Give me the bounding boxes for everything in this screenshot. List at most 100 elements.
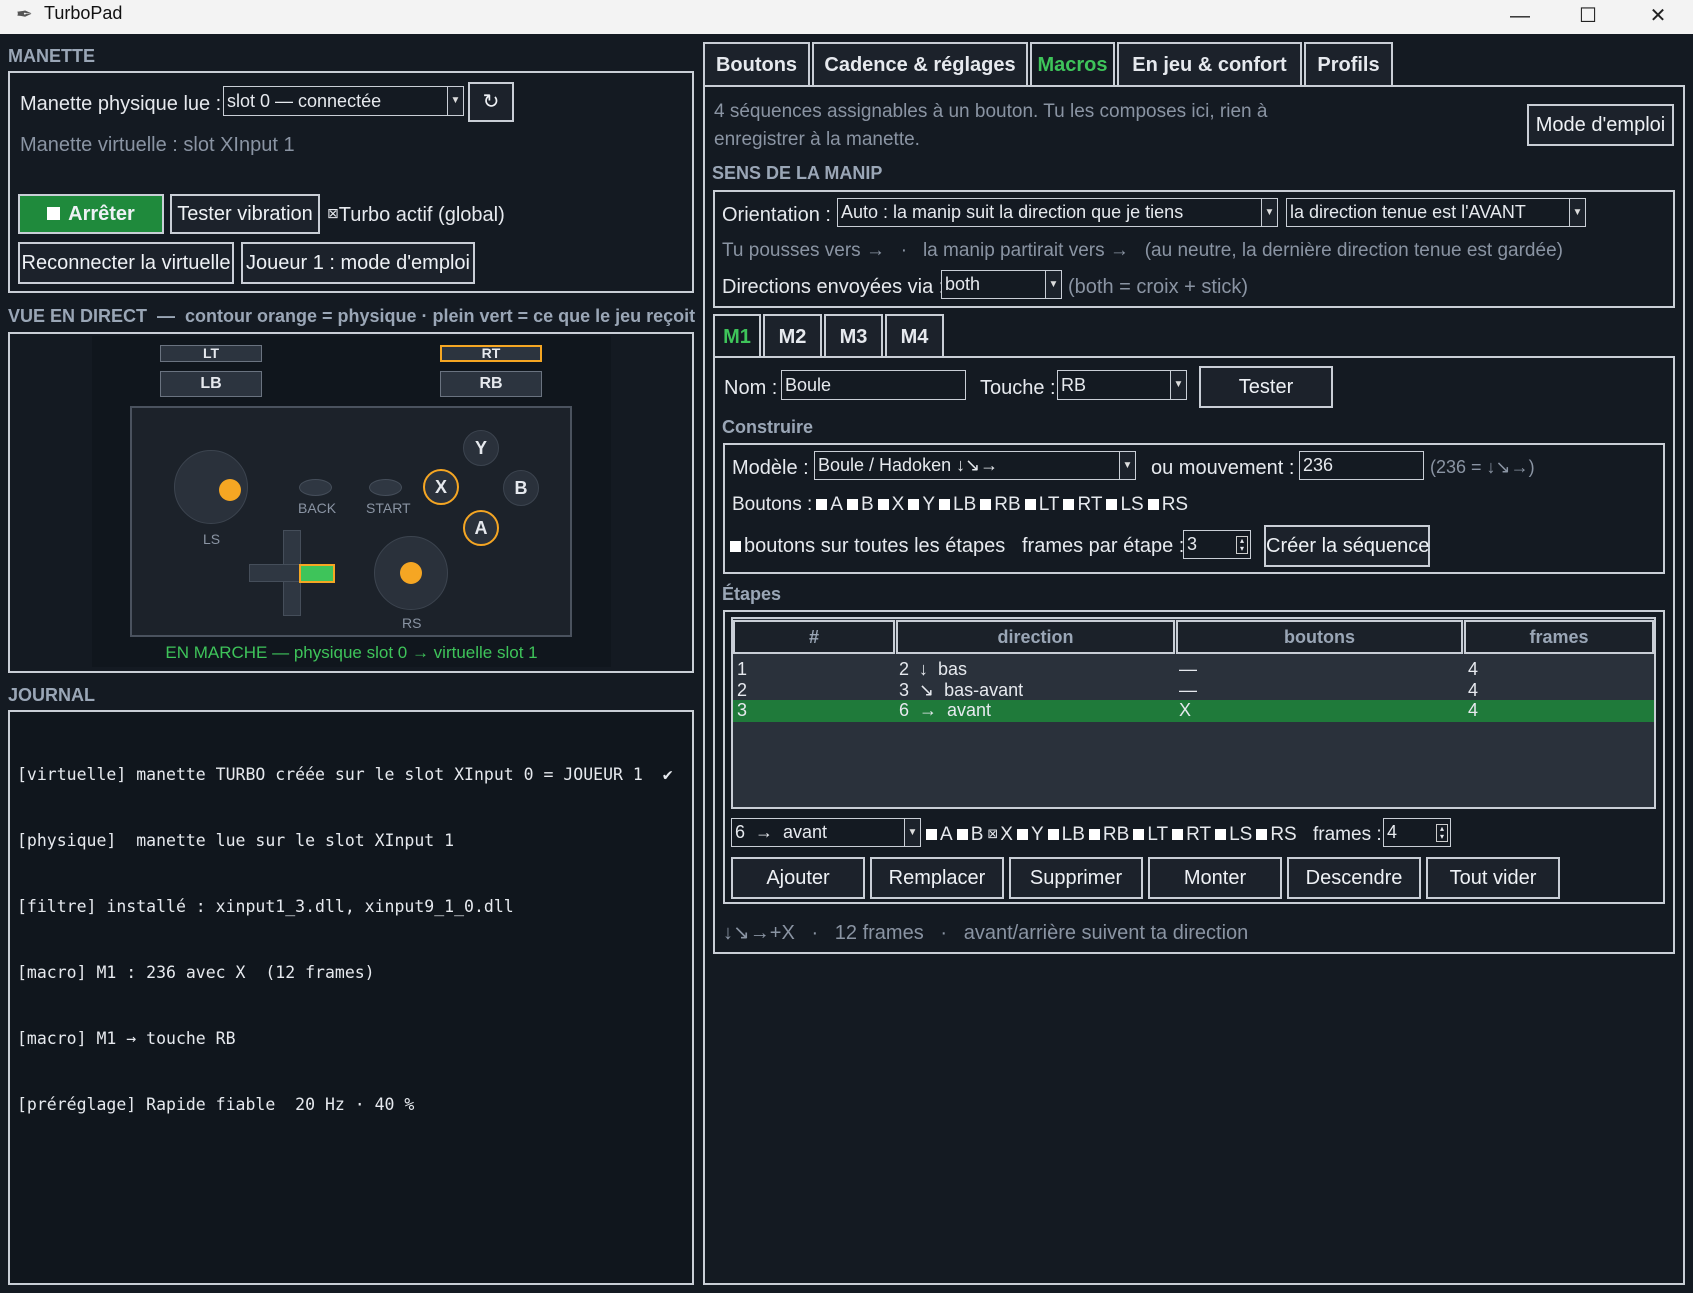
table-row[interactable]: 2 3 ↘ bas-avant — 4 <box>733 680 1654 702</box>
edit-cb-lb[interactable]: LB <box>1044 824 1085 845</box>
test-button[interactable]: Tester <box>1199 366 1333 408</box>
cb-b[interactable]: B <box>843 494 874 515</box>
edit-cb-a[interactable]: A <box>922 824 953 845</box>
maximize-button[interactable]: ☐ <box>1553 0 1623 34</box>
ls-label: LS <box>203 531 221 547</box>
cb-x[interactable]: X <box>874 494 904 515</box>
edit-cb-rs[interactable]: RS <box>1252 824 1297 845</box>
edit-cb-rb[interactable]: RB <box>1085 824 1129 845</box>
orientation-combo[interactable]: Auto : la manip suit la direction que je… <box>837 198 1278 227</box>
virtual-label: Manette virtuelle : slot XInput 1 <box>20 134 295 156</box>
stop-button[interactable]: Arrêter <box>18 194 164 234</box>
tab-en-jeu[interactable]: En jeu & confort <box>1117 42 1302 86</box>
turbo-checkbox[interactable]: ⊠Turbo actif (global) <box>327 204 505 227</box>
delete-button[interactable]: Supprimer <box>1009 857 1143 899</box>
sent-combo[interactable]: both ▼ <box>941 270 1062 299</box>
a-button-shape: A <box>463 510 499 546</box>
add-button[interactable]: Ajouter <box>731 857 865 899</box>
phys-label: Manette physique lue : <box>20 93 222 115</box>
create-sequence-button[interactable]: Créer la séquence <box>1264 525 1430 567</box>
chevron-down-icon: ▼ <box>1045 271 1061 298</box>
journal-line: [macro] M1 → touche RB <box>17 1029 236 1048</box>
phys-combo[interactable]: slot 0 — connectée ▼ <box>223 86 464 116</box>
edit-cb-x[interactable]: ⊠ X <box>983 824 1013 845</box>
journal-line: [filtre] installé : xinput1_3.dll, xinpu… <box>17 897 514 916</box>
table-row[interactable]: 1 2 ↓ bas — 4 <box>733 659 1654 681</box>
move-up-button[interactable]: Monter <box>1148 857 1282 899</box>
edit-cb-rt[interactable]: RT <box>1168 824 1211 845</box>
rb-bumper: RB <box>440 371 542 397</box>
live-section-title: VUE EN DIRECT — contour orange = physiqu… <box>8 306 696 326</box>
stop-label: Arrêter <box>68 203 135 225</box>
tab-profils[interactable]: Profils <box>1304 42 1393 86</box>
edit-cb-lt[interactable]: LT <box>1129 824 1168 845</box>
steps-section-title: Étapes <box>722 584 782 604</box>
col-header-frames[interactable]: frames <box>1464 620 1654 654</box>
player-help-button[interactable]: Joueur 1 : mode d'emploi <box>241 242 475 284</box>
chevron-down-icon: ▼ <box>1119 452 1135 479</box>
subtab-m4[interactable]: M4 <box>885 314 944 358</box>
edit-direction-combo[interactable]: 6 → avant ▼ <box>731 818 921 847</box>
sequence-summary: ↓↘→+X · 12 frames · avant/arrière suiven… <box>723 922 1249 944</box>
row-direction: 6 → avant <box>899 700 992 720</box>
tab-boutons[interactable]: Boutons <box>703 42 810 86</box>
move-input[interactable]: 236 <box>1299 451 1424 480</box>
row-buttons: X <box>1179 700 1192 720</box>
reconnect-button[interactable]: Reconnecter la virtuelle <box>18 242 234 284</box>
name-input[interactable]: Boule <box>781 370 966 400</box>
cb-lt[interactable]: LT <box>1021 494 1059 515</box>
replace-button[interactable]: Remplacer <box>870 857 1004 899</box>
edit-cb-ls[interactable]: LS <box>1211 824 1252 845</box>
cb-lb[interactable]: LB <box>935 494 976 515</box>
row-direction: 2 ↓ bas <box>899 659 968 679</box>
col-header-buttons[interactable]: boutons <box>1176 620 1463 654</box>
subtab-m3[interactable]: M3 <box>824 314 883 358</box>
refresh-icon: ↻ <box>482 91 500 113</box>
model-combo[interactable]: Boule / Hadoken ↓↘→ ▼ <box>814 451 1136 480</box>
table-row-selected[interactable]: 3 6 → avant X 4 <box>733 700 1654 722</box>
key-combo[interactable]: RB ▼ <box>1057 370 1187 400</box>
orientation-combo-2[interactable]: la direction tenue est l'AVANT ▼ <box>1286 198 1586 227</box>
cb-y[interactable]: Y <box>904 494 935 515</box>
all-steps-checkbox[interactable]: boutons sur toutes les étapes <box>730 535 1005 558</box>
minimize-button[interactable]: — <box>1485 0 1555 34</box>
col-header-num[interactable]: # <box>733 620 895 654</box>
edit-cb-b[interactable]: B <box>953 824 983 845</box>
cb-ls[interactable]: LS <box>1102 494 1144 515</box>
cb-rb[interactable]: RB <box>976 494 1021 515</box>
buttons-label: Boutons : <box>732 494 813 515</box>
macros-intro-2: enregistrer à la manette. <box>714 129 920 150</box>
buttons-row: Boutons : A B X Y LB RB LT RT LS RS <box>732 494 1188 516</box>
orientation-label: Orientation : <box>722 204 831 226</box>
vibration-button[interactable]: Tester vibration <box>170 194 320 234</box>
move-down-button[interactable]: Descendre <box>1287 857 1421 899</box>
start-button-shape <box>369 479 402 496</box>
checkbox-checked-icon: ⊠ <box>987 826 999 841</box>
edit-cb-y[interactable]: Y <box>1013 824 1044 845</box>
refresh-button[interactable]: ↻ <box>468 82 514 122</box>
cb-a[interactable]: A <box>812 494 843 515</box>
frames-step-spin[interactable]: 3 ▴ ▾ <box>1183 530 1251 559</box>
chevron-down-icon: ▼ <box>447 87 463 115</box>
row-buttons: — <box>1179 659 1197 679</box>
rs-label: RS <box>402 615 422 631</box>
row-direction: 3 ↘ bas-avant <box>899 680 1024 700</box>
row-frames: 4 <box>1468 700 1479 720</box>
edit-frames-spin[interactable]: 4 ▴ ▾ <box>1383 818 1451 847</box>
title-bar: ✒ TurboPad — ☐ ✕ <box>0 0 1693 34</box>
cb-rt[interactable]: RT <box>1059 494 1102 515</box>
checkbox-icon <box>730 541 741 553</box>
help-button[interactable]: Mode d'emploi <box>1527 104 1674 146</box>
sent-combo-value: both <box>945 274 981 294</box>
tab-cadence[interactable]: Cadence & réglages <box>812 42 1028 86</box>
journal-line: [préréglage] Rapide fiable 20 Hz · 40 % <box>17 1095 415 1114</box>
close-button[interactable]: ✕ <box>1623 0 1693 34</box>
row-num: 1 <box>737 659 748 679</box>
subtab-m2[interactable]: M2 <box>763 314 822 358</box>
col-header-direction[interactable]: direction <box>896 620 1175 654</box>
clear-all-button[interactable]: Tout vider <box>1426 857 1560 899</box>
chevron-down-icon: ▼ <box>1170 371 1186 399</box>
cb-rs[interactable]: RS <box>1144 494 1188 515</box>
tab-macros[interactable]: Macros <box>1030 42 1115 86</box>
subtab-m1[interactable]: M1 <box>713 314 761 358</box>
